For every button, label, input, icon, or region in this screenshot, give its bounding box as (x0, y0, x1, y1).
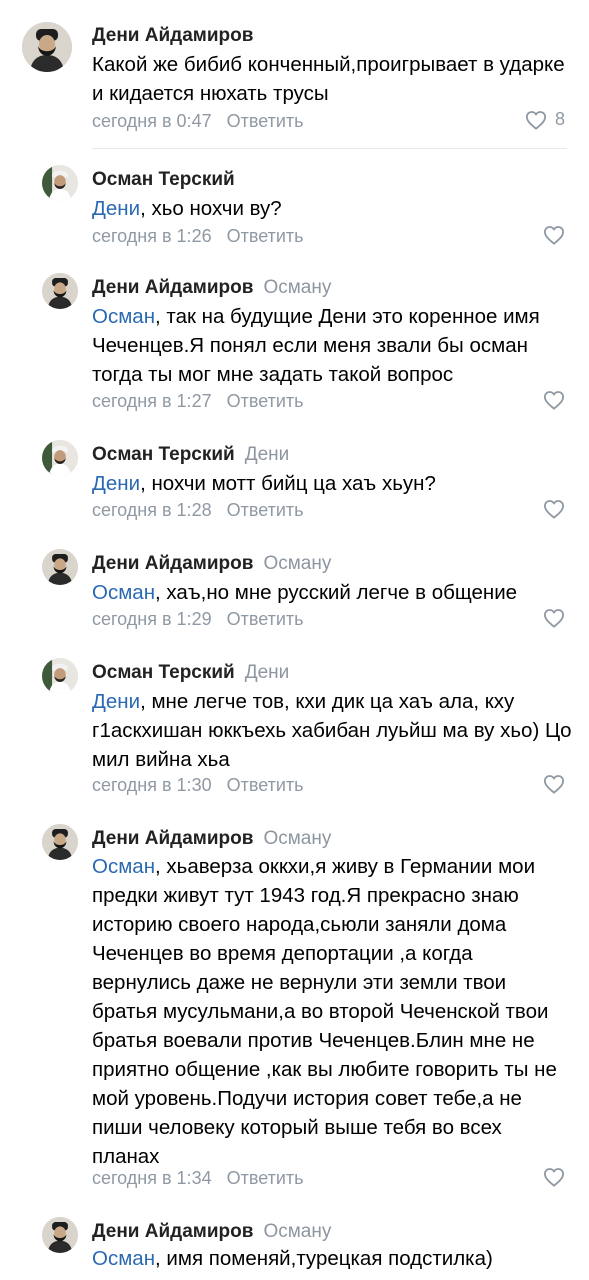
comment-text: Осман, так на будущие Дени это коренное … (92, 302, 572, 389)
reply-to-label[interactable]: Дени (245, 662, 290, 683)
avatar[interactable] (22, 22, 72, 72)
mention-link[interactable]: Осман (92, 855, 155, 878)
author-name[interactable]: Дени Айдамиров (92, 553, 253, 574)
comment-body: , хаъ,но мне русский легче в общение (155, 581, 518, 604)
comment-text: Какой же бибиб конченный,проигрывает в у… (92, 50, 572, 108)
timestamp[interactable]: сегодня в 1:29 (92, 609, 212, 629)
reply-button[interactable]: Ответить (227, 1168, 304, 1188)
avatar[interactable] (42, 440, 78, 476)
reply-button[interactable]: Ответить (227, 226, 304, 246)
heart-icon (544, 500, 564, 519)
reply-button[interactable]: Ответить (227, 500, 304, 520)
comment-text: Осман, хьаверза оккхи,я живу в Германии … (92, 852, 572, 1171)
heart-icon (544, 609, 564, 628)
reply-to-label[interactable]: Осману (263, 828, 331, 849)
like-button[interactable] (543, 225, 565, 245)
avatar[interactable] (42, 165, 78, 201)
reply-button[interactable]: Ответить (227, 111, 304, 131)
mention-link[interactable]: Осман (92, 581, 155, 604)
heart-icon (544, 1168, 564, 1187)
avatar[interactable] (42, 549, 78, 585)
timestamp[interactable]: сегодня в 1:26 (92, 226, 212, 246)
comment-body: , имя поменяй,турецкая подстилка) (155, 1247, 493, 1270)
mention-link[interactable]: Осман (92, 305, 155, 328)
avatar[interactable] (42, 273, 78, 309)
avatar[interactable] (42, 1217, 78, 1253)
author-name[interactable]: Дени Айдамиров (92, 25, 253, 46)
reply-button[interactable]: Ответить (227, 391, 304, 411)
divider (92, 148, 567, 149)
comment-body: , мне легче тов, кхи дик ца хаъ ала, кху… (92, 690, 572, 771)
comment-body: Какой же бибиб конченный,проигрывает в у… (92, 53, 565, 105)
mention-link[interactable]: Дени (92, 690, 140, 713)
mention-link[interactable]: Дени (92, 472, 140, 495)
timestamp[interactable]: сегодня в 1:28 (92, 500, 212, 520)
mention-link[interactable]: Дени (92, 197, 140, 220)
comment-body: , так на будущие Дени это коренное имя Ч… (92, 305, 540, 386)
like-button[interactable] (543, 774, 565, 794)
heart-icon (544, 391, 564, 410)
comment-text: Дени, мне легче тов, кхи дик ца хаъ ала,… (92, 687, 572, 774)
author-name[interactable]: Дени Айдамиров (92, 828, 253, 849)
reply-to-label[interactable]: Дени (245, 444, 290, 465)
comment-text: Дени, хьо нохчи ву? (92, 194, 572, 223)
author-name[interactable]: Осман Терский (92, 169, 235, 190)
reply-to-label[interactable]: Осману (263, 1221, 331, 1242)
author-name[interactable]: Дени Айдамиров (92, 1221, 253, 1242)
timestamp[interactable]: сегодня в 1:27 (92, 391, 212, 411)
comments-thread: Дени Айдамиров Какой же бибиб конченный,… (0, 0, 589, 1280)
like-button[interactable] (543, 499, 565, 519)
mention-link[interactable]: Осман (92, 1247, 155, 1270)
avatar[interactable] (42, 824, 78, 860)
author-name[interactable]: Осман Терский (92, 444, 235, 465)
timestamp[interactable]: сегодня в 0:47 (92, 111, 212, 131)
like-button[interactable]: 8 (525, 109, 565, 130)
heart-icon (525, 110, 546, 130)
like-button[interactable] (543, 390, 565, 410)
reply-button[interactable]: Ответить (227, 609, 304, 629)
like-button[interactable] (543, 608, 565, 628)
comment-body: , нохчи мотт бийц ца хаъ хьун? (140, 472, 436, 495)
reply-button[interactable]: Ответить (227, 775, 304, 795)
like-count: 8 (554, 109, 565, 129)
author-name[interactable]: Осман Терский (92, 662, 235, 683)
avatar[interactable] (42, 658, 78, 694)
comment-body: , хьо нохчи ву? (140, 197, 282, 220)
timestamp[interactable]: сегодня в 1:30 (92, 775, 212, 795)
comment-text: Осман, хаъ,но мне русский легче в общени… (92, 578, 572, 607)
reply-to-label[interactable]: Осману (263, 277, 331, 298)
comment-body: , хьаверза оккхи,я живу в Германии мои п… (92, 855, 557, 1168)
like-button[interactable] (543, 1167, 565, 1187)
timestamp[interactable]: сегодня в 1:34 (92, 1168, 212, 1188)
reply-to-label[interactable]: Осману (263, 553, 331, 574)
heart-icon (544, 775, 564, 794)
comment-text: Осман, имя поменяй,турецкая подстилка) (92, 1244, 572, 1273)
heart-icon (544, 226, 564, 245)
comment-text: Дени, нохчи мотт бийц ца хаъ хьун? (92, 469, 572, 498)
author-name[interactable]: Дени Айдамиров (92, 277, 253, 298)
